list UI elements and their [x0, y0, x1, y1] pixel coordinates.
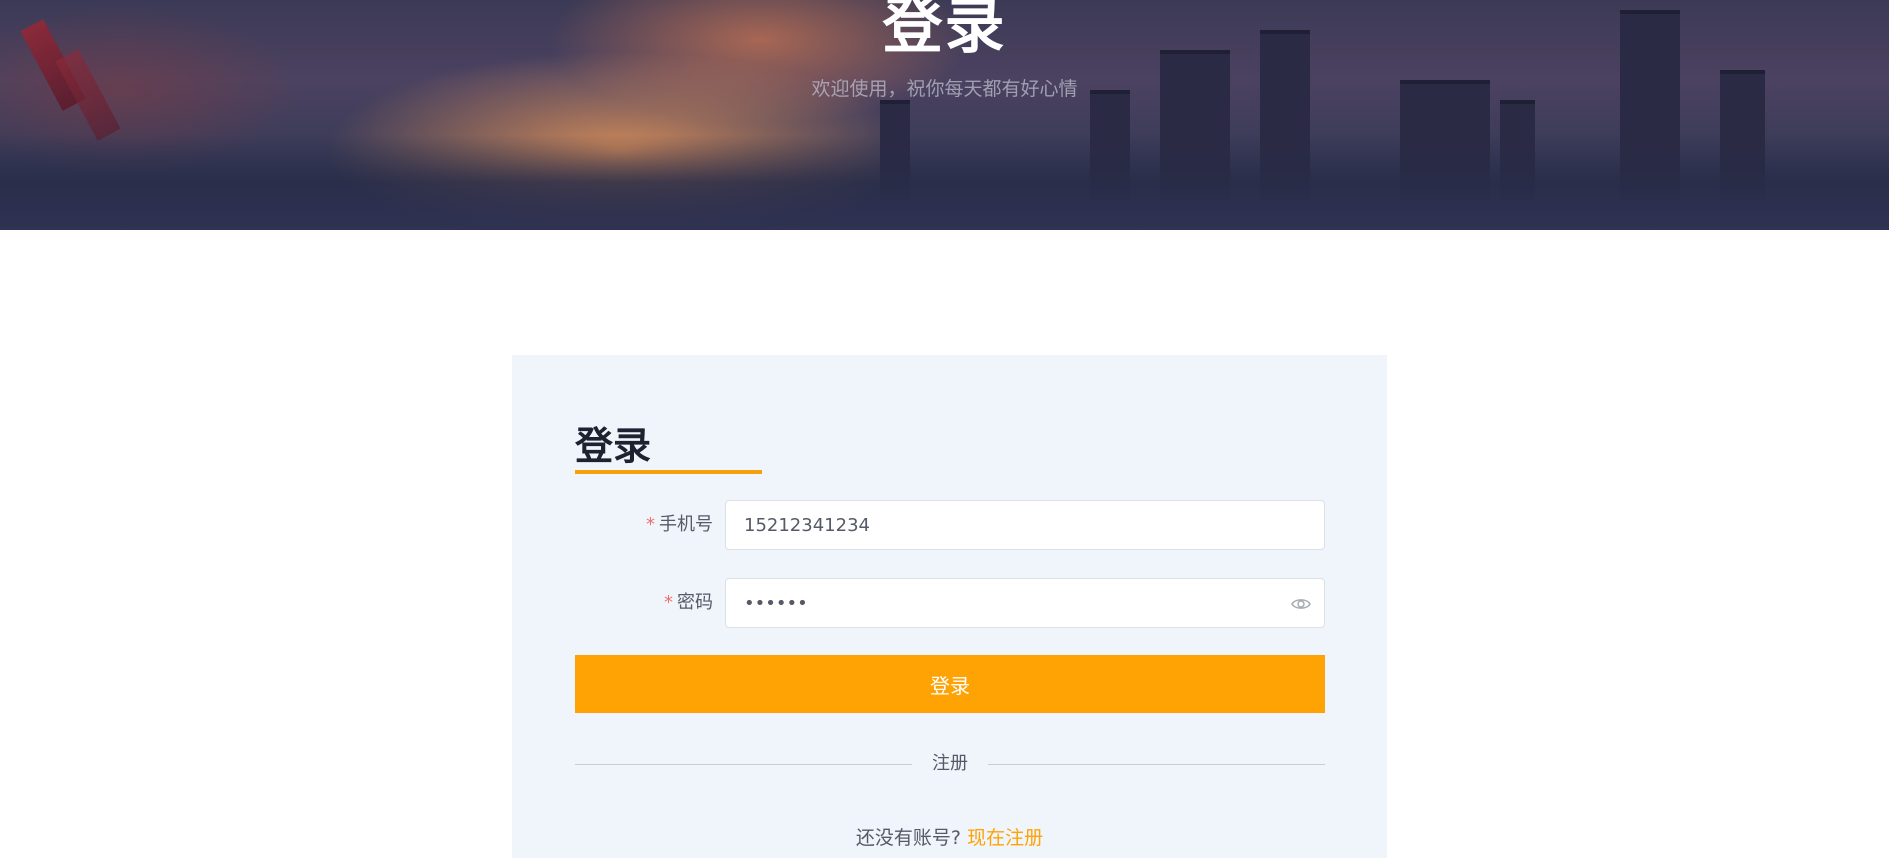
hero-banner: 登录 欢迎使用，祝你每天都有好心情 — [0, 0, 1889, 230]
register-prompt: 还没有账号? — [855, 827, 962, 849]
card-title: 登录 — [575, 424, 652, 468]
phone-input-wrapper — [725, 500, 1325, 550]
password-label-text: 密码 — [677, 592, 713, 613]
password-label: * 密码 — [575, 578, 713, 628]
required-mark: * — [646, 514, 655, 535]
divider-text: 注册 — [932, 753, 968, 774]
login-card: 登录 *手机号 *密码 登录 注册 还没有账号? 现在 — [512, 355, 1387, 858]
phone-label: * 手机号 — [575, 500, 713, 550]
banner-title: 登录 — [882, 0, 1007, 62]
banner-ground — [0, 135, 1889, 230]
register-prompt-line: 还没有账号? 现在注册 — [512, 823, 1387, 850]
phone-label-text: 手机号 — [659, 514, 713, 535]
register-divider: 注册 — [575, 751, 1325, 777]
banner-subtitle: 欢迎使用，祝你每天都有好心情 — [811, 78, 1078, 100]
password-input-wrapper — [725, 578, 1325, 628]
required-mark: * — [664, 592, 673, 613]
phone-input[interactable] — [726, 501, 1266, 549]
eye-icon[interactable] — [1290, 593, 1312, 615]
password-input[interactable] — [726, 579, 1266, 627]
phone-row: * 手机号 — [575, 500, 1325, 550]
register-link[interactable]: 现在注册 — [967, 827, 1043, 849]
title-underline — [575, 470, 762, 474]
login-button[interactable]: 登录 — [575, 655, 1325, 713]
password-row: * 密码 — [575, 578, 1325, 628]
